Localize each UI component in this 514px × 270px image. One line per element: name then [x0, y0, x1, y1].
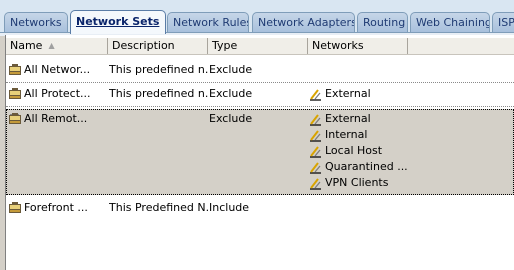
- column-header-description[interactable]: Description: [108, 38, 208, 54]
- network-set-name: All Protect...: [24, 87, 91, 100]
- network-set-description: This predefined n...: [109, 63, 209, 76]
- network-set-type: Exclude: [209, 112, 253, 125]
- network-set-name: All Remot...: [24, 112, 88, 125]
- network-icon: [310, 178, 321, 190]
- network-set-icon: [9, 64, 21, 75]
- network-icon: [310, 89, 321, 101]
- list-item[interactable]: All Networ... This predefined n... Exclu…: [6, 61, 514, 83]
- network-set-icon: [9, 202, 21, 213]
- tab-networks[interactable]: Networks: [4, 12, 68, 32]
- tab-isp[interactable]: ISP: [492, 12, 514, 32]
- tab-routing[interactable]: Routing: [357, 12, 408, 32]
- network-set-icon: [9, 88, 21, 99]
- list-item-selected[interactable]: All Remot... Exclude External Internal L…: [6, 109, 514, 195]
- network-sets-list[interactable]: Name ▲ Description Type Networks All Netw…: [5, 35, 514, 270]
- sort-ascending-icon: ▲: [48, 41, 55, 50]
- network-icon: [310, 162, 321, 174]
- network-set-icon: [9, 113, 21, 124]
- network-set-description: This Predefined N...: [109, 201, 209, 214]
- network-set-name: Forefront ...: [24, 201, 88, 214]
- column-header-type[interactable]: Type: [208, 38, 308, 54]
- list-header: Name ▲ Description Type Networks: [6, 38, 514, 55]
- tab-web-chaining[interactable]: Web Chaining: [410, 12, 490, 32]
- tab-strip: Networks Network Sets Network Rules Netw…: [0, 0, 514, 36]
- network-icon: [310, 146, 321, 158]
- network-set-description: This predefined n...: [109, 87, 209, 100]
- tab-network-rules[interactable]: Network Rules: [167, 12, 249, 32]
- network-set-type: Exclude: [209, 87, 253, 100]
- tab-network-sets[interactable]: Network Sets: [70, 10, 166, 34]
- list-item[interactable]: Forefront ... This Predefined N... Inclu…: [6, 199, 514, 217]
- tab-network-adapters[interactable]: Network Adapters: [252, 12, 355, 32]
- list-item[interactable]: All Protect... This predefined n... Excl…: [6, 85, 514, 107]
- network-set-description: [109, 111, 209, 127]
- network-set-type: Exclude: [209, 63, 253, 76]
- network-set-type: Include: [209, 201, 250, 214]
- network-set-name: All Networ...: [24, 63, 91, 76]
- column-header-name[interactable]: Name ▲: [6, 38, 108, 54]
- column-header-networks[interactable]: Networks: [308, 38, 408, 54]
- network-icon: [310, 130, 321, 142]
- network-icon: [310, 114, 321, 126]
